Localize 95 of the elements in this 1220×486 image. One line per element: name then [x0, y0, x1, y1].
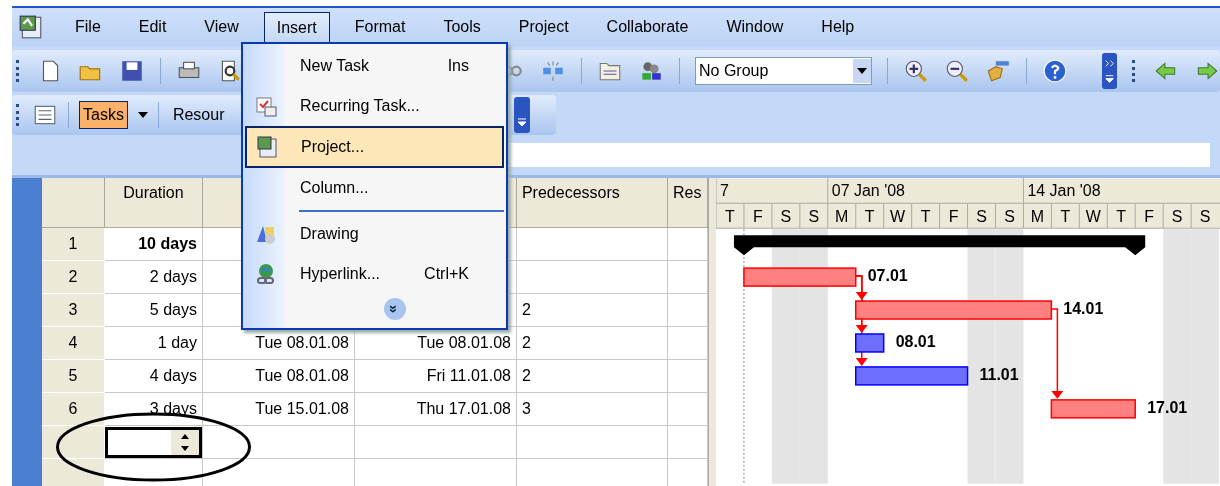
day-label: T [1060, 208, 1071, 226]
caret-icon[interactable] [137, 112, 148, 118]
caret-icon [857, 68, 868, 74]
toolbar-options-icon[interactable] [1102, 52, 1118, 90]
menu-item[interactable]: View [191, 11, 252, 43]
day-label: T [864, 208, 875, 226]
day-label: T [920, 208, 931, 226]
column-header[interactable]: Predecessors [516, 178, 668, 228]
table-cell: 3 [516, 393, 668, 426]
menu-item[interactable]: Project [505, 11, 582, 43]
calendar-icon [254, 94, 278, 118]
table-cell [667, 294, 708, 327]
zoom-out-icon[interactable] [944, 58, 971, 84]
day-label: S [808, 208, 820, 226]
week-label: 07 Jan '08 [831, 182, 905, 200]
day-label: S [976, 208, 987, 226]
day-label: F [752, 208, 763, 226]
menu-item[interactable]: Column... [245, 168, 504, 208]
table-cell: Fri 11.01.08 [354, 360, 517, 393]
bar-label: 07.01 [867, 267, 908, 285]
summary-bar[interactable] [733, 235, 1146, 256]
table-cell [667, 228, 708, 261]
bar-label: 17.01 [1147, 398, 1188, 416]
menu-item[interactable]: Drawing [245, 214, 504, 254]
bar-label: 14.01 [1063, 300, 1104, 318]
table-cell [667, 426, 708, 459]
table-cell: 2 [516, 327, 668, 360]
expand-menu-button[interactable]: » [383, 298, 406, 320]
project-icon [255, 135, 279, 159]
day-label: F [948, 208, 959, 226]
day-label: W [1085, 208, 1101, 226]
week-label: 14 Jan '08 [1027, 182, 1101, 200]
table-cell: 1 day [104, 327, 203, 360]
menu-item[interactable]: Hyperlink... Ctrl+K [245, 254, 504, 294]
menu-item[interactable]: New Task Ins [245, 46, 504, 86]
table-cell: 4 days [104, 360, 203, 393]
row-header-cell[interactable]: 1 [41, 228, 105, 261]
day-label: M [1030, 208, 1044, 226]
row-header-cell[interactable]: 5 [41, 360, 105, 393]
menu-item[interactable]: Recurring Task... [245, 86, 504, 126]
row-header-cell[interactable]: 2 [41, 261, 105, 294]
resources-button[interactable]: Resour [172, 106, 225, 124]
menu-item[interactable]: Project... [245, 126, 504, 168]
day-label: T [725, 208, 735, 226]
bar-label: 08.01 [895, 332, 936, 350]
day-label: M [835, 208, 849, 226]
table-cell: Tue 15.01.08 [202, 393, 355, 426]
dropdown-value: No Group [698, 62, 769, 80]
entry-field[interactable] [506, 143, 1210, 167]
row-header-cell[interactable]: 3 [41, 294, 105, 327]
menu-item[interactable]: Window [713, 11, 797, 43]
row-header-cell[interactable] [41, 426, 105, 459]
duration-spin-field[interactable] [104, 427, 202, 458]
zoom-in-icon[interactable] [903, 58, 930, 84]
table-cell: 5 days [104, 294, 203, 327]
row-header-cell[interactable]: 6 [41, 393, 105, 426]
toolbar-options-icon[interactable] [514, 97, 531, 133]
menu-item[interactable]: Insert [263, 11, 330, 43]
table-cell: Thu 17.01.08 [354, 393, 517, 426]
tasks-button[interactable]: Tasks [79, 101, 128, 129]
spin-down-icon[interactable] [180, 446, 189, 452]
column-header[interactable]: Res [667, 178, 708, 228]
day-label: S [1199, 208, 1211, 226]
table-cell: 2 [516, 360, 668, 393]
week-label: 7 [719, 182, 729, 200]
table-cell [667, 327, 708, 360]
day-label: W [890, 208, 906, 226]
day-label: S [780, 208, 792, 226]
table-cell [667, 261, 708, 294]
day-label: S [1004, 208, 1015, 226]
menu-item[interactable]: Format [341, 11, 419, 43]
menu-item[interactable]: Help [808, 11, 868, 43]
table-cell [667, 393, 708, 426]
column-header[interactable]: Duration [104, 178, 203, 228]
spin-up-icon[interactable] [180, 433, 189, 439]
task-bar[interactable] [854, 333, 885, 353]
menu-item[interactable]: Tools [430, 11, 494, 43]
help-icon[interactable] [1042, 58, 1069, 84]
bar-label: 11.01 [979, 365, 1019, 383]
table-cell: 2 days [104, 261, 203, 294]
column-header [41, 178, 105, 228]
row-header-cell[interactable]: 4 [41, 327, 105, 360]
table-cell: 2 [516, 294, 668, 327]
menu-item[interactable]: File [62, 11, 114, 43]
day-label: T [1116, 208, 1127, 226]
day-label: F [1144, 208, 1154, 226]
menu-item[interactable]: Collaborate [593, 11, 702, 43]
table-cell: 10 days [104, 228, 203, 261]
table-cell: Tue 08.01.08 [202, 360, 355, 393]
dropdown-button[interactable] [853, 59, 872, 83]
group-dropdown[interactable]: No Group [695, 57, 873, 85]
app-icon[interactable] [18, 14, 44, 40]
menu-item[interactable]: Edit [125, 11, 180, 43]
day-label: S [1171, 208, 1183, 226]
table-cell [667, 360, 708, 393]
